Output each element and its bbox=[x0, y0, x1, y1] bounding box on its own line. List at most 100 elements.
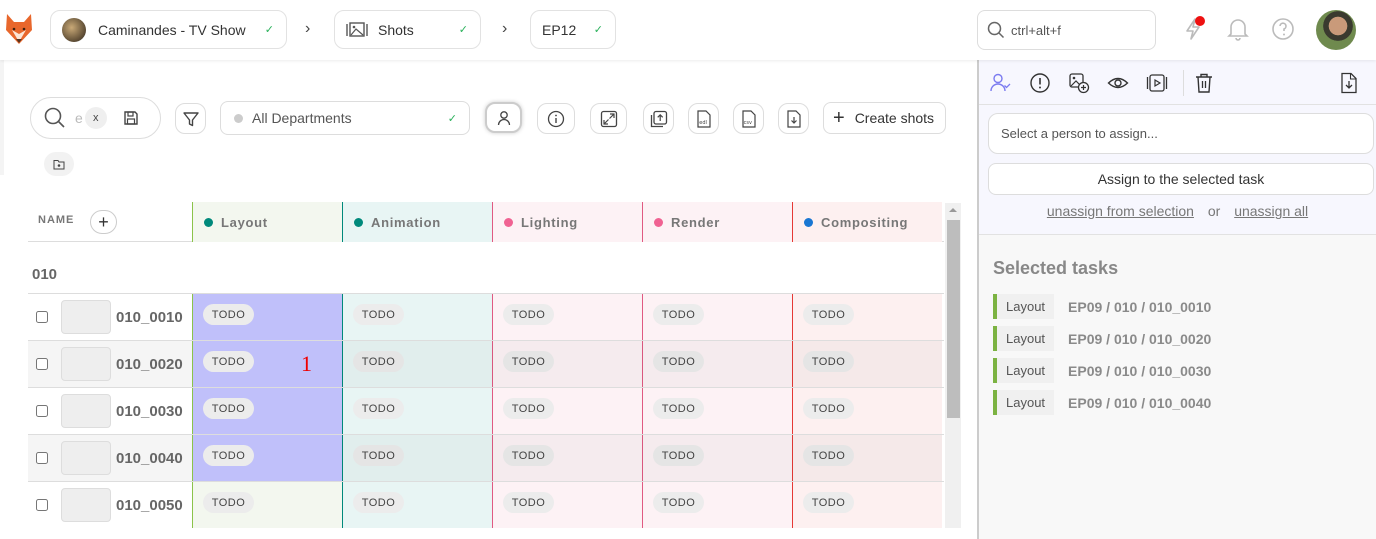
status-badge[interactable]: TODO bbox=[803, 445, 854, 466]
global-search-input[interactable]: ctrl+alt+f bbox=[977, 10, 1156, 50]
task-cell-compositing[interactable]: TODO bbox=[792, 482, 942, 528]
status-badge[interactable]: TODO bbox=[203, 445, 254, 466]
production-selector[interactable]: Caminandes - TV Show ✓ bbox=[50, 10, 287, 49]
status-badge[interactable]: TODO bbox=[653, 304, 704, 325]
add-sequence-button[interactable] bbox=[44, 152, 74, 176]
row-checkbox[interactable] bbox=[36, 452, 48, 464]
table-row[interactable]: 010_0040 TODO TODO TODO TODO TODO bbox=[28, 434, 944, 481]
eye-icon[interactable] bbox=[1107, 72, 1129, 94]
status-badge[interactable]: TODO bbox=[653, 398, 704, 419]
shot-thumbnail[interactable] bbox=[61, 394, 111, 428]
scrollbar-thumb[interactable] bbox=[947, 220, 960, 418]
unassign-all-link[interactable]: unassign all bbox=[1234, 203, 1308, 219]
person-select-input[interactable]: Select a person to assign... bbox=[988, 113, 1374, 154]
shot-name[interactable]: 010_0040 bbox=[116, 450, 183, 467]
create-shots-button[interactable]: + Create shots bbox=[823, 102, 946, 134]
task-cell-lighting[interactable]: TODO bbox=[492, 435, 642, 481]
task-cell-compositing[interactable]: TODO bbox=[792, 294, 942, 340]
playlist-icon[interactable] bbox=[1146, 72, 1168, 94]
status-badge[interactable]: TODO bbox=[503, 398, 554, 419]
add-thumbnail-icon[interactable] bbox=[1068, 72, 1090, 94]
status-badge[interactable]: TODO bbox=[203, 492, 254, 513]
task-cell-compositing[interactable]: TODO bbox=[792, 341, 942, 387]
kitsu-logo-icon[interactable] bbox=[4, 12, 34, 46]
status-badge[interactable]: TODO bbox=[353, 398, 404, 419]
task-cell-layout[interactable]: TODO bbox=[192, 294, 342, 340]
task-cell-lighting[interactable]: TODO bbox=[492, 341, 642, 387]
status-badge[interactable]: TODO bbox=[503, 351, 554, 372]
shot-thumbnail[interactable] bbox=[61, 347, 111, 381]
task-cell-lighting[interactable]: TODO bbox=[492, 388, 642, 434]
expand-button[interactable] bbox=[590, 103, 627, 134]
save-search-icon[interactable] bbox=[123, 110, 139, 126]
status-badge[interactable]: TODO bbox=[803, 351, 854, 372]
selected-task-item[interactable]: Layout EP09 / 010 / 010_0010 bbox=[993, 294, 1373, 319]
task-cell-render[interactable]: TODO bbox=[642, 435, 792, 481]
status-badge[interactable]: TODO bbox=[653, 492, 704, 513]
column-header-layout[interactable]: Layout bbox=[192, 202, 342, 242]
task-cell-animation[interactable]: TODO bbox=[342, 388, 492, 434]
column-header-animation[interactable]: Animation bbox=[342, 202, 492, 242]
row-checkbox[interactable] bbox=[36, 311, 48, 323]
task-cell-layout[interactable]: TODO 1 bbox=[192, 341, 342, 387]
import-button[interactable] bbox=[643, 103, 674, 134]
task-cell-compositing[interactable]: TODO bbox=[792, 435, 942, 481]
column-header-compositing[interactable]: Compositing bbox=[792, 202, 942, 242]
task-cell-animation[interactable]: TODO bbox=[342, 341, 492, 387]
table-row[interactable]: 010_0010 TODO TODO TODO TODO TODO bbox=[28, 293, 944, 340]
row-checkbox[interactable] bbox=[36, 405, 48, 417]
selected-task-item[interactable]: Layout EP09 / 010 / 010_0020 bbox=[993, 326, 1373, 351]
column-header-lighting[interactable]: Lighting bbox=[492, 202, 642, 242]
task-cell-compositing[interactable]: TODO bbox=[792, 388, 942, 434]
import-edl-button[interactable]: edl bbox=[688, 103, 719, 134]
status-badge[interactable]: TODO bbox=[353, 492, 404, 513]
scroll-up-arrow-icon[interactable] bbox=[949, 208, 957, 212]
task-cell-render[interactable]: TODO bbox=[642, 294, 792, 340]
episode-selector[interactable]: EP12 ✓ bbox=[530, 10, 616, 49]
bell-icon[interactable] bbox=[1225, 16, 1251, 42]
assign-button[interactable]: Assign to the selected task bbox=[988, 163, 1374, 195]
status-badge[interactable]: TODO bbox=[503, 492, 554, 513]
task-cell-lighting[interactable]: TODO bbox=[492, 482, 642, 528]
status-badge[interactable]: TODO bbox=[503, 304, 554, 325]
shot-name[interactable]: 010_0030 bbox=[116, 403, 183, 420]
shot-thumbnail[interactable] bbox=[61, 441, 111, 475]
task-cell-render[interactable]: TODO bbox=[642, 388, 792, 434]
table-row[interactable]: 010_0030 TODO TODO TODO TODO TODO bbox=[28, 387, 944, 434]
status-badge[interactable]: TODO bbox=[203, 304, 254, 325]
add-column-button[interactable]: + bbox=[90, 210, 117, 234]
status-badge[interactable]: TODO bbox=[203, 351, 254, 372]
change-status-icon[interactable] bbox=[1029, 72, 1051, 94]
download-file-icon[interactable] bbox=[1338, 72, 1360, 94]
table-row[interactable]: 010_0020 TODO 1 TODO TODO TODO TODO bbox=[28, 340, 944, 387]
task-cell-lighting[interactable]: TODO bbox=[492, 294, 642, 340]
task-cell-render[interactable]: TODO bbox=[642, 341, 792, 387]
status-badge[interactable]: TODO bbox=[803, 492, 854, 513]
info-toggle-button[interactable] bbox=[537, 103, 575, 134]
task-cell-animation[interactable]: TODO bbox=[342, 482, 492, 528]
section-selector[interactable]: Shots ✓ bbox=[334, 10, 481, 49]
row-checkbox[interactable] bbox=[36, 499, 48, 511]
shot-name[interactable]: 010_0010 bbox=[116, 309, 183, 326]
status-badge[interactable]: TODO bbox=[803, 304, 854, 325]
department-filter-select[interactable]: All Departments ✓ bbox=[220, 101, 470, 135]
shot-search-field[interactable]: e x bbox=[30, 97, 161, 139]
shot-name[interactable]: 010_0050 bbox=[116, 497, 183, 514]
task-cell-animation[interactable]: TODO bbox=[342, 294, 492, 340]
selected-task-item[interactable]: Layout EP09 / 010 / 010_0030 bbox=[993, 358, 1373, 383]
assign-person-icon[interactable] bbox=[989, 72, 1011, 94]
unassign-selection-link[interactable]: unassign from selection bbox=[1047, 203, 1194, 219]
shot-thumbnail[interactable] bbox=[61, 300, 111, 334]
task-cell-layout[interactable]: TODO bbox=[192, 482, 342, 528]
status-badge[interactable]: TODO bbox=[353, 304, 404, 325]
task-cell-layout[interactable]: TODO bbox=[192, 435, 342, 481]
status-badge[interactable]: TODO bbox=[353, 351, 404, 372]
export-button[interactable] bbox=[778, 103, 809, 134]
status-badge[interactable]: TODO bbox=[803, 398, 854, 419]
name-column-header[interactable]: NAME bbox=[38, 214, 74, 226]
assignation-toggle-button[interactable] bbox=[485, 102, 522, 133]
status-badge[interactable]: TODO bbox=[203, 398, 254, 419]
task-cell-layout[interactable]: TODO bbox=[192, 388, 342, 434]
user-avatar[interactable] bbox=[1316, 10, 1356, 50]
status-badge[interactable]: TODO bbox=[503, 445, 554, 466]
